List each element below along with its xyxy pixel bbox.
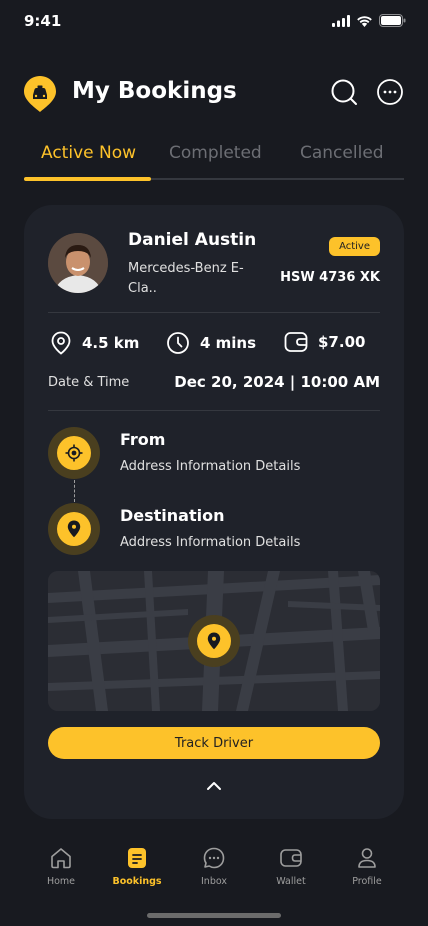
booking-card[interactable]: Daniel Austin Mercedes-Benz E-Cla.. Acti… <box>24 205 404 819</box>
signal-icon <box>332 14 350 27</box>
chat-icon <box>203 847 225 869</box>
duration-stat: 4 mins <box>166 331 256 355</box>
bottom-nav: Home Bookings Inbox Wallet Profile <box>0 846 428 896</box>
header: My Bookings <box>24 72 404 112</box>
home-icon <box>51 848 71 869</box>
active-tab-indicator <box>24 177 151 181</box>
bookings-icon <box>128 848 146 868</box>
datetime-value: Dec 20, 2024 | 10:00 AM <box>174 373 380 391</box>
nav-home-label: Home <box>46 876 76 887</box>
map-pin-icon <box>207 632 221 650</box>
chevron-up-icon[interactable] <box>204 779 224 793</box>
nav-home[interactable]: Home <box>26 846 96 887</box>
from-title: From <box>120 430 166 449</box>
nav-wallet-label: Wallet <box>276 876 306 887</box>
wallet-icon <box>280 849 302 867</box>
price-stat: $7.00 <box>284 331 365 353</box>
nav-bookings[interactable]: Bookings <box>102 846 172 887</box>
more-options-icon[interactable] <box>376 78 404 106</box>
nav-profile[interactable]: Profile <box>332 846 402 887</box>
status-icons <box>332 14 406 27</box>
route-connector <box>74 480 75 502</box>
distance-value: 4.5 km <box>82 334 140 352</box>
location-pin-icon <box>51 331 71 355</box>
from-location-marker <box>48 427 100 479</box>
duration-value: 4 mins <box>200 334 257 352</box>
driver-name: Daniel Austin <box>128 230 257 250</box>
driver-location-marker <box>188 615 240 667</box>
nav-wallet[interactable]: Wallet <box>256 846 326 887</box>
tab-completed[interactable]: Completed <box>169 143 262 163</box>
track-driver-button[interactable]: Track Driver <box>48 727 380 759</box>
destination-title: Destination <box>120 506 225 525</box>
nav-bookings-label: Bookings <box>112 876 162 887</box>
status-time: 9:41 <box>24 12 62 30</box>
profile-icon <box>358 848 376 868</box>
driver-avatar <box>48 233 108 293</box>
tab-active-now[interactable]: Active Now <box>41 143 136 163</box>
map-pin-icon <box>67 520 81 538</box>
divider <box>48 312 380 313</box>
home-indicator[interactable] <box>147 913 281 918</box>
destination-address: Address Information Details <box>120 535 301 550</box>
nav-inbox-label: Inbox <box>201 876 227 887</box>
divider <box>48 410 380 411</box>
taxi-logo-icon <box>24 76 56 112</box>
wifi-icon <box>357 15 372 27</box>
from-address: Address Information Details <box>120 459 301 474</box>
booking-tabs: Active Now Completed Cancelled <box>24 140 404 181</box>
tab-cancelled[interactable]: Cancelled <box>300 143 384 163</box>
license-plate: HSW 4736 XK <box>280 270 380 285</box>
route-map[interactable] <box>48 571 380 711</box>
nav-inbox[interactable]: Inbox <box>179 846 249 887</box>
search-icon[interactable] <box>330 78 358 106</box>
distance-stat: 4.5 km <box>50 331 139 355</box>
page-title: My Bookings <box>72 78 237 104</box>
status-bar: 9:41 <box>0 0 428 44</box>
nav-profile-label: Profile <box>352 876 382 887</box>
clock-icon <box>167 332 189 354</box>
car-model: Mercedes-Benz E-Cla.. <box>128 261 244 296</box>
destination-location-marker <box>48 503 100 555</box>
status-badge: Active <box>329 237 380 256</box>
datetime-label: Date & Time <box>48 375 130 390</box>
price-value: $7.00 <box>318 333 366 351</box>
wallet-icon <box>284 332 308 352</box>
battery-icon <box>379 14 406 27</box>
driver-photo <box>48 233 108 293</box>
crosshair-icon <box>65 444 83 462</box>
